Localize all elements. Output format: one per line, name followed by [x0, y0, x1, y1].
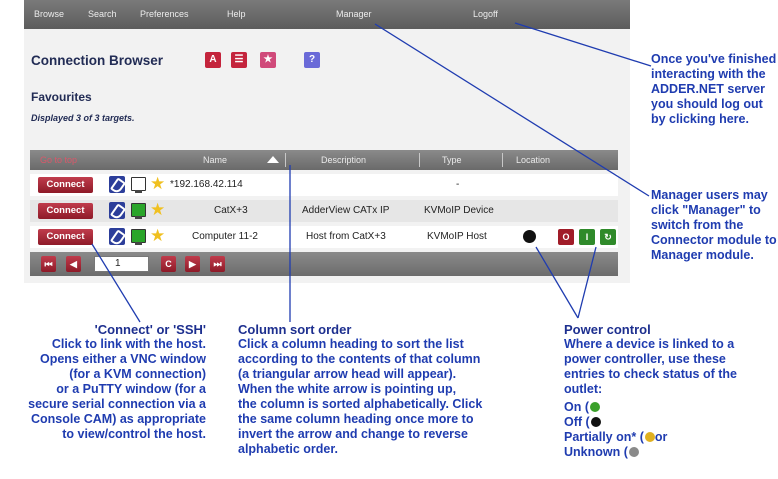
row-description: Host from CatX+3	[306, 231, 386, 242]
screen-icon	[131, 177, 146, 193]
power-unknown-icon	[628, 447, 639, 457]
last-page-button[interactable]: ⏭	[210, 256, 225, 272]
menu-preferences[interactable]: Preferences	[140, 9, 189, 19]
callout-line: Console CAM) as appropriate	[30, 412, 206, 426]
star-icon[interactable]: ★	[150, 226, 165, 246]
callout-line: according to the contents of that column	[238, 352, 481, 366]
power-partial-label: Partially on* (	[564, 430, 644, 444]
power-status-icon	[523, 230, 536, 243]
star-icon[interactable]: ★	[150, 200, 165, 220]
section-heading: Favourites	[31, 90, 92, 104]
power-on-icon	[590, 402, 600, 412]
power-off-button[interactable]: O	[558, 229, 574, 245]
help-icon[interactable]: ?	[304, 52, 320, 68]
callout-line: or a PuTTY window (for a	[56, 382, 206, 396]
page-title: Connection Browser	[31, 53, 164, 68]
go-to-top-link[interactable]: Go to top	[40, 155, 77, 165]
sort-up-icon	[267, 156, 279, 163]
connect-callout-title: 'Connect' or 'SSH'	[94, 322, 206, 337]
callout-line: entries to check status of the	[564, 367, 737, 381]
wrench-icon[interactable]	[109, 202, 125, 219]
callout-line: power controller, use these	[564, 352, 726, 366]
table-header: Go to top Name Description Type Location	[30, 150, 618, 170]
list-view-icon[interactable]: ☰	[231, 52, 247, 68]
callout-line: alphabetic order.	[238, 442, 339, 456]
menu-logoff[interactable]: Logoff	[473, 9, 498, 19]
callout-line: to view/control the host.	[62, 427, 206, 441]
callout-line: (a triangular arrow head will appear).	[238, 367, 457, 381]
connect-button[interactable]: Connect	[38, 203, 93, 219]
table-row: Connect ★ *192.168.42.114 -	[30, 174, 618, 196]
column-name[interactable]: Name	[203, 155, 227, 165]
wrench-icon[interactable]	[109, 176, 125, 193]
menu-help[interactable]: Help	[227, 9, 246, 19]
callout-line: the same column heading once more to	[238, 412, 474, 426]
displayed-count: Displayed 3 of 3 targets.	[31, 113, 135, 123]
alpha-view-icon[interactable]: A	[205, 52, 221, 68]
power-on-legend: On (	[564, 400, 778, 415]
power-unknown-legend: Unknown (	[564, 445, 778, 460]
pager: ⏮ ◀ 1 C ▶ ⏭	[30, 252, 618, 276]
power-cycle-button[interactable]: ↻	[600, 229, 616, 245]
callout-line: outlet:	[564, 382, 603, 396]
sort-callout: Column sort order Click a column heading…	[238, 322, 538, 457]
power-on-label: On (	[564, 400, 589, 414]
power-callout: Power control Where a device is linked t…	[564, 322, 778, 460]
power-callout-title: Power control	[564, 322, 651, 337]
first-page-button[interactable]: ⏮	[41, 256, 56, 272]
column-location[interactable]: Location	[516, 155, 550, 165]
table-row: Connect ★ CatX+3 AdderView CATx IP KVMoI…	[30, 200, 618, 222]
row-name: *192.168.42.114	[170, 179, 243, 190]
page-number-input[interactable]: 1	[94, 256, 149, 272]
callout-line: (for a KVM connection)	[69, 367, 206, 381]
row-type: KVMoIP Host	[427, 231, 487, 242]
menu-browse[interactable]: Browse	[34, 9, 64, 19]
power-partial-legend: Partially on* ( or	[564, 430, 778, 445]
row-type: -	[456, 179, 460, 190]
row-type: KVMoIP Device	[424, 205, 494, 216]
power-partial-icon	[644, 432, 655, 442]
menu-manager[interactable]: Manager	[336, 9, 372, 19]
power-off-legend: Off (	[564, 415, 778, 430]
power-on-button[interactable]: I	[579, 229, 595, 245]
callout-line: Where a device is linked to a	[564, 337, 735, 351]
power-off-icon	[590, 417, 601, 427]
connect-button[interactable]: Connect	[38, 229, 93, 245]
refresh-button[interactable]: C	[161, 256, 176, 272]
connection-browser-panel: Browse Search Preferences Help Manager L…	[24, 0, 630, 283]
column-separator	[419, 153, 420, 167]
callout-line: Click a column heading to sort the list	[238, 337, 464, 351]
callout-line: When the white arrow is pointing up,	[238, 382, 457, 396]
row-description: AdderView CATx IP	[302, 205, 390, 216]
star-icon[interactable]: ★	[150, 174, 165, 194]
favourites-icon[interactable]: ★	[260, 52, 276, 68]
logoff-callout: Once you've finished interacting with th…	[651, 52, 777, 126]
power-partial-tail: or	[654, 430, 668, 444]
column-separator	[285, 153, 286, 167]
manager-callout: Manager users may click "Manager" to swi…	[651, 188, 777, 262]
wrench-icon[interactable]	[109, 228, 125, 245]
row-name: CatX+3	[214, 205, 248, 216]
callout-line: secure serial connection via a	[28, 397, 206, 411]
connect-callout: 'Connect' or 'SSH' Click to link with th…	[0, 322, 206, 442]
sort-callout-title: Column sort order	[238, 322, 352, 337]
connect-button[interactable]: Connect	[38, 177, 93, 193]
menu-bar: Browse Search Preferences Help Manager L…	[24, 0, 630, 29]
callout-line: Opens either a VNC window	[40, 352, 206, 366]
column-separator	[502, 153, 503, 167]
callout-line: Click to link with the host.	[51, 337, 206, 351]
callout-line: the column is sorted alphabetically. Cli…	[238, 397, 483, 411]
menu-search[interactable]: Search	[88, 9, 117, 19]
next-page-button[interactable]: ▶	[185, 256, 200, 272]
table-row: Connect ★ Computer 11-2 Host from CatX+3…	[30, 226, 618, 248]
callout-line: invert the arrow and change to reverse	[238, 427, 468, 441]
power-unknown-label: Unknown (	[564, 445, 628, 459]
column-type[interactable]: Type	[442, 155, 462, 165]
power-off-label: Off (	[564, 415, 590, 429]
screen-icon	[131, 229, 146, 245]
row-name: Computer 11-2	[192, 231, 258, 242]
screen-icon	[131, 203, 146, 219]
prev-page-button[interactable]: ◀	[66, 256, 81, 272]
column-description[interactable]: Description	[321, 155, 366, 165]
